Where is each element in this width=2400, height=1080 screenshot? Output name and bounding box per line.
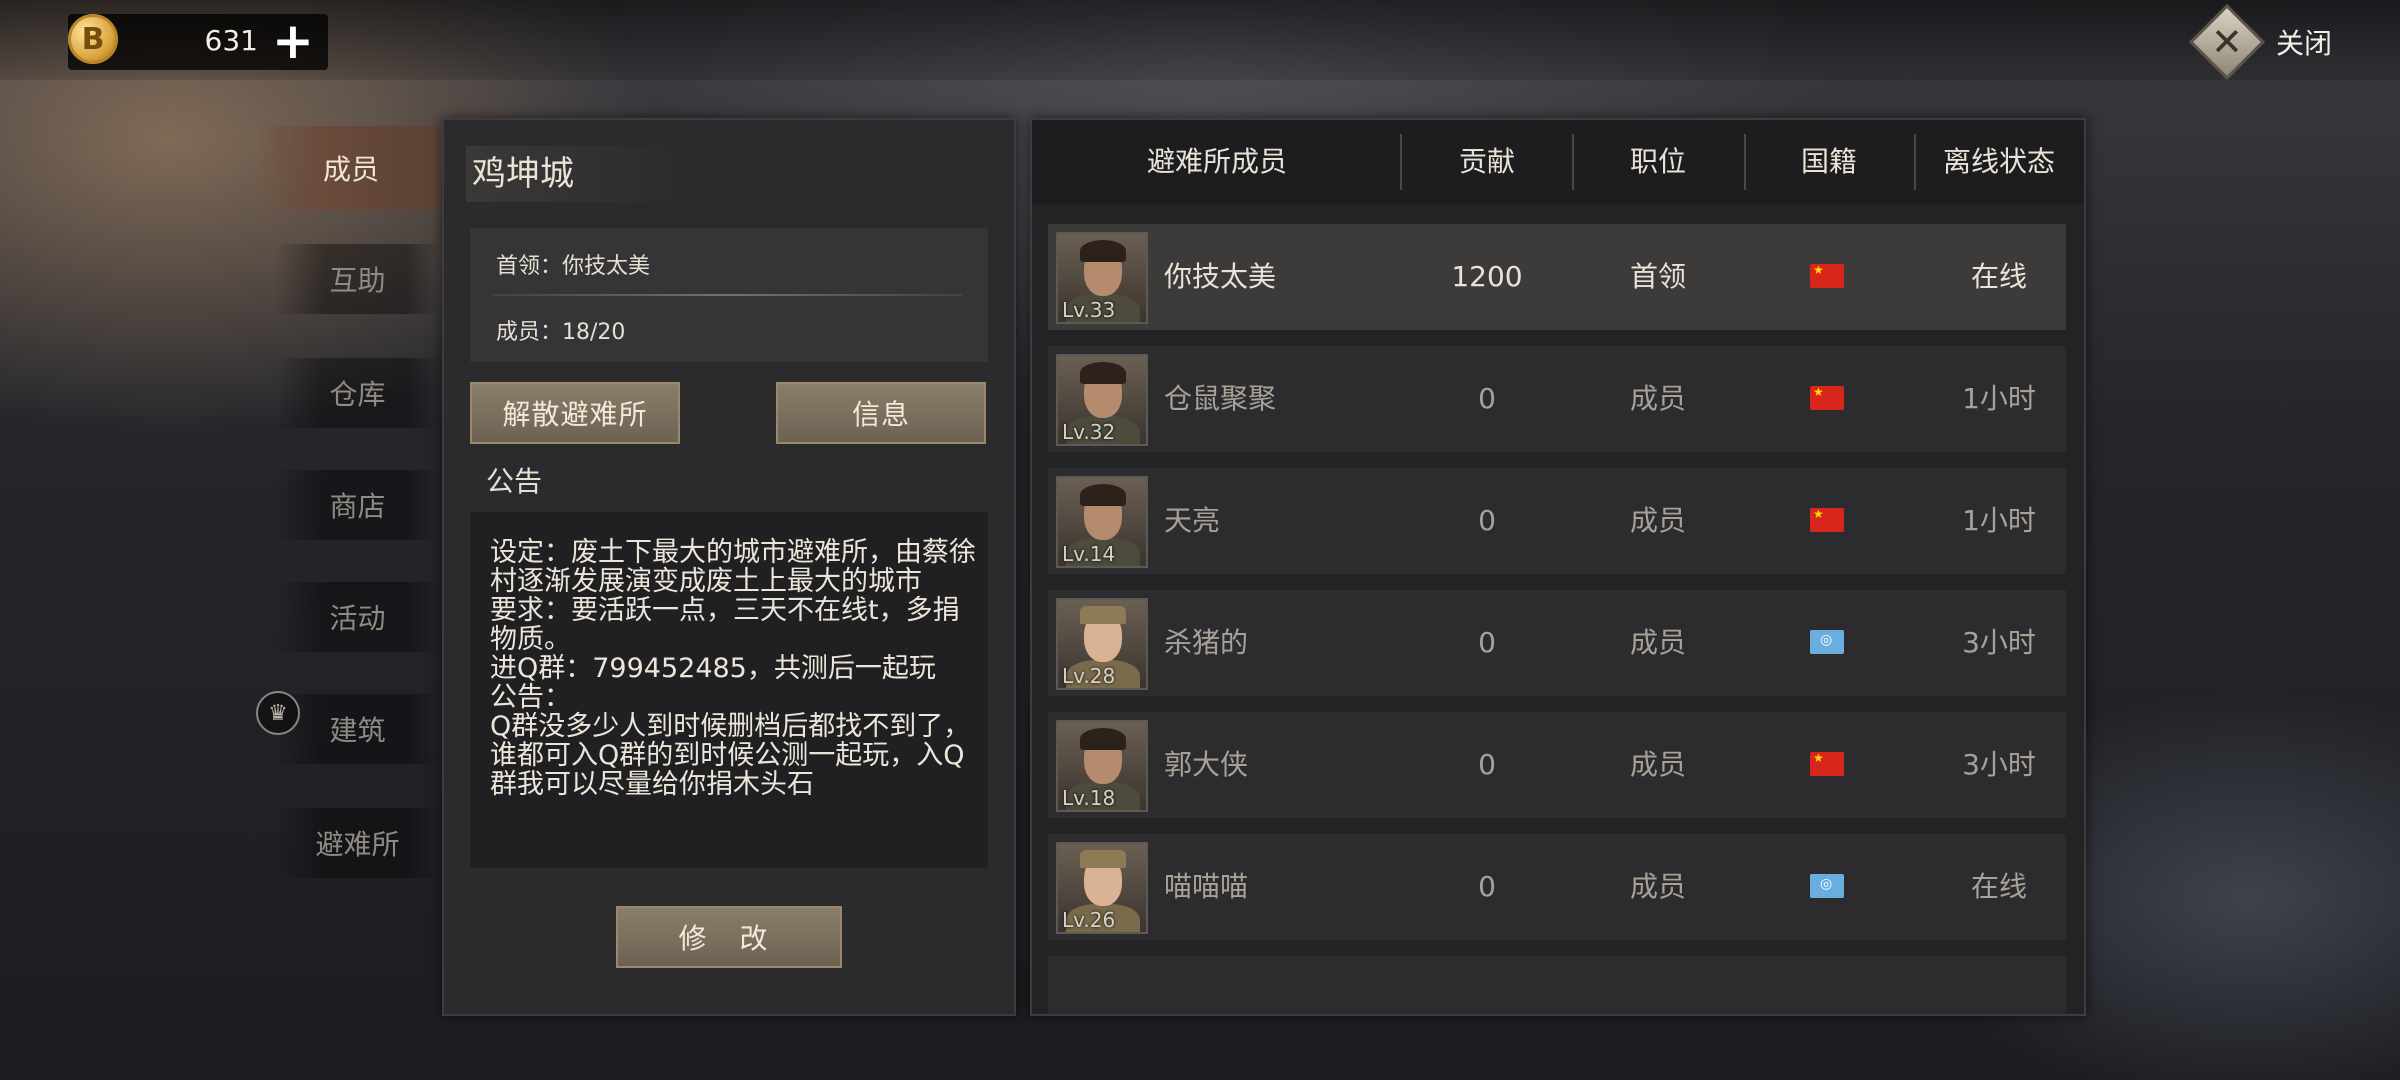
edit-notice-button[interactable]: 修 改: [616, 906, 842, 968]
china-flag-icon: [1810, 385, 1844, 410]
tab-shelter[interactable]: 避难所: [275, 808, 440, 878]
offline-status: 3小时: [1962, 748, 2036, 781]
tab-buildings[interactable]: 建筑: [275, 694, 440, 764]
avatar: Lv.18: [1056, 720, 1148, 812]
table-row-partial[interactable]: [1048, 956, 2066, 1014]
offline-status: 在线: [1970, 260, 2027, 293]
header-role: 职位: [1629, 145, 1686, 178]
table-header: 避难所成员 贡献 职位 国籍 离线状态: [1032, 120, 2084, 204]
contribution: 0: [1478, 748, 1496, 781]
currency-amount: 631: [204, 24, 258, 57]
role: 成员: [1629, 748, 1686, 781]
offline-status: 3小时: [1962, 626, 2036, 659]
tab-warehouse[interactable]: 仓库: [275, 358, 440, 428]
role: 成员: [1629, 504, 1686, 537]
crown-icon: ♛: [256, 691, 300, 735]
notice-title: 公告: [486, 465, 543, 498]
role: 成员: [1629, 382, 1686, 415]
role: 成员: [1629, 870, 1686, 903]
table-row[interactable]: Lv.14 天亮 0 成员 1小时: [1048, 468, 2066, 574]
china-flag-icon: [1810, 751, 1844, 776]
shelter-info-box: 首领：你技太美 成员：18/20: [470, 228, 988, 362]
table-row[interactable]: Lv.28 杀猪的 0 成员 3小时: [1048, 590, 2066, 696]
offline-status: 1小时: [1962, 382, 2036, 415]
avatar: Lv.28: [1056, 598, 1148, 690]
un-flag-icon: [1810, 630, 1844, 654]
member-table: 避难所成员 贡献 职位 国籍 离线状态 Lv.33 你技太美 1200 首领 在…: [1030, 118, 2086, 1016]
header-members: 避难所成员: [1146, 145, 1287, 178]
contribution: 0: [1478, 626, 1496, 659]
info-divider: [492, 294, 962, 296]
shelter-info-panel: 鸡坤城 首领：你技太美 成员：18/20 解散避难所 信息 公告 设定：废土下最…: [442, 118, 1016, 1016]
close-x-icon: ✕: [2188, 3, 2266, 81]
shelter-name: 鸡坤城: [466, 146, 682, 202]
tab-shop[interactable]: 商店: [275, 470, 440, 540]
header-contribution: 贡献: [1458, 145, 1515, 178]
table-row[interactable]: Lv.18 郭大侠 0 成员 3小时: [1048, 712, 2066, 818]
china-flag-icon: [1810, 263, 1844, 288]
member-name: 杀猪的: [1164, 626, 1249, 659]
role: 首领: [1629, 260, 1686, 293]
table-row[interactable]: Lv.26 喵喵喵 0 成员 在线: [1048, 834, 2066, 940]
member-name: 天亮: [1164, 504, 1221, 537]
offline-status: 在线: [1970, 870, 2027, 903]
add-currency-button[interactable]: +: [268, 16, 318, 68]
tab-events[interactable]: 活动: [275, 582, 440, 652]
contribution: 0: [1478, 870, 1496, 903]
avatar: Lv.26: [1056, 842, 1148, 934]
offline-status: 1小时: [1962, 504, 2036, 537]
disband-shelter-button[interactable]: 解散避难所: [470, 382, 680, 444]
member-count-text: 成员：18/20: [496, 320, 626, 345]
top-bar: [0, 0, 2400, 80]
member-name: 仓鼠聚聚: [1164, 382, 1277, 415]
leader-text: 首领：你技太美: [496, 254, 651, 279]
china-flag-icon: [1810, 507, 1844, 532]
member-name: 喵喵喵: [1164, 870, 1249, 903]
table-row[interactable]: Lv.32 仓鼠聚聚 0 成员 1小时: [1048, 346, 2066, 452]
header-nationality: 国籍: [1800, 145, 1857, 178]
notice-box[interactable]: 设定：废土下最大的城市避难所，由蔡徐村逐渐发展演变成废土上最大的城市 要求：要活…: [470, 512, 988, 868]
contribution: 1200: [1451, 260, 1523, 293]
member-name: 郭大侠: [1164, 748, 1249, 781]
coin-icon: B: [68, 14, 118, 64]
tab-mutual-aid[interactable]: 互助: [275, 244, 440, 314]
header-offline-status: 离线状态: [1942, 145, 2055, 178]
close-button[interactable]: ✕ 关闭: [2188, 3, 2333, 81]
contribution: 0: [1478, 504, 1496, 537]
role: 成员: [1629, 626, 1686, 659]
avatar: Lv.14: [1056, 476, 1148, 568]
un-flag-icon: [1810, 874, 1844, 898]
avatar: Lv.33: [1056, 232, 1148, 324]
avatar: Lv.32: [1056, 354, 1148, 446]
info-button[interactable]: 信息: [776, 382, 986, 444]
contribution: 0: [1478, 382, 1496, 415]
table-row[interactable]: Lv.33 你技太美 1200 首领 在线: [1048, 224, 2066, 330]
close-label: 关闭: [2276, 27, 2333, 60]
member-name: 你技太美: [1164, 260, 1277, 293]
notice-text: 设定：废土下最大的城市避难所，由蔡徐村逐渐发展演变成废土上最大的城市 要求：要活…: [490, 537, 976, 800]
tab-members[interactable]: 成员: [262, 126, 440, 210]
